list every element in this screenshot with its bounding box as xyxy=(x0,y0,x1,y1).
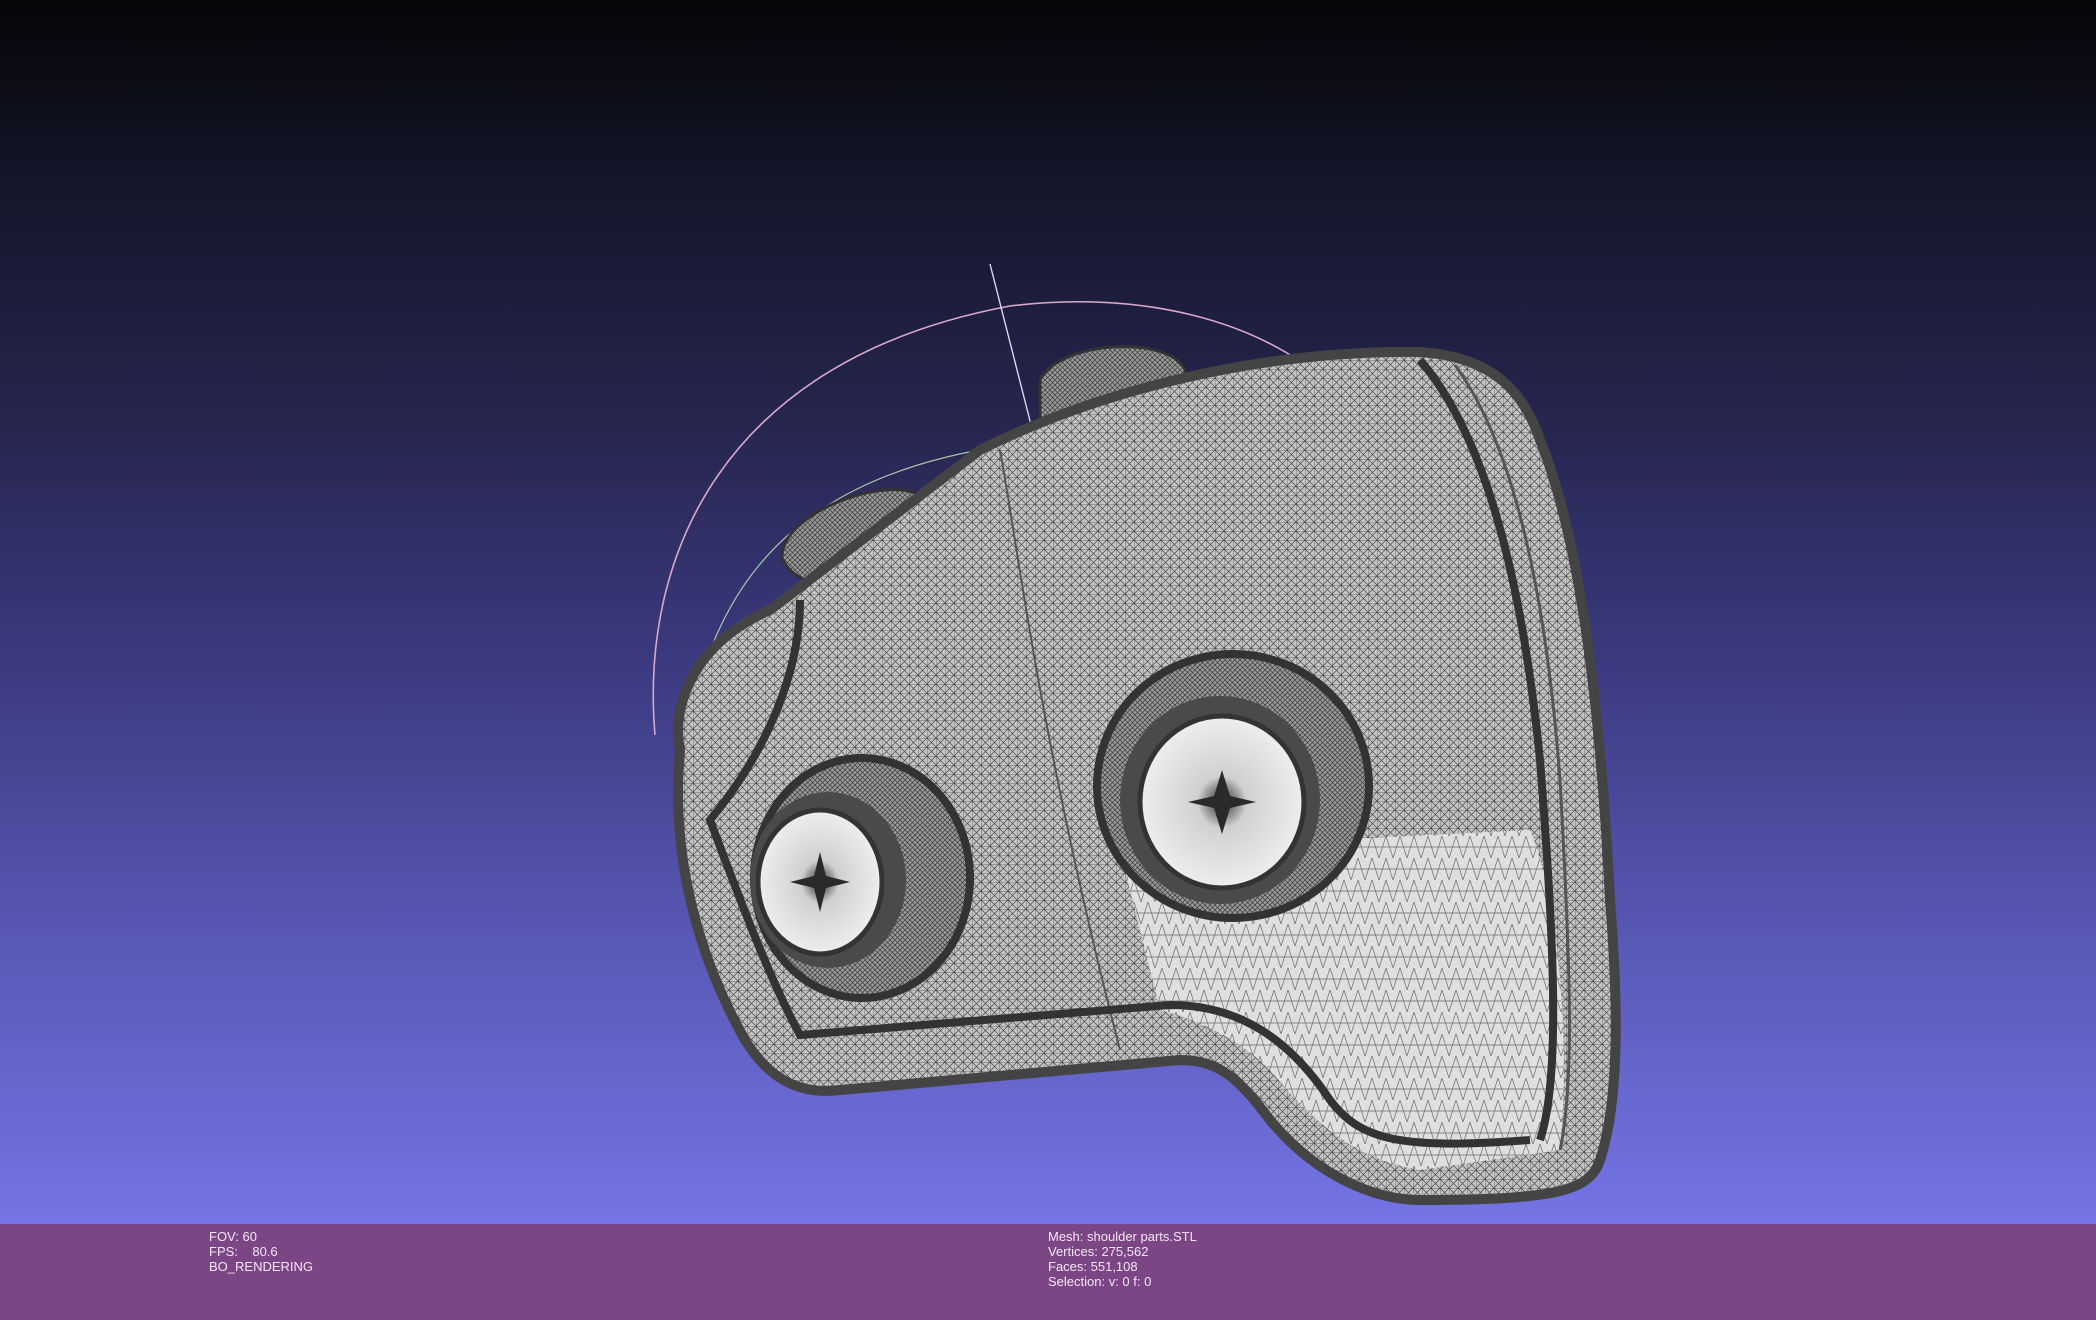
render-mode-label: BO_RENDERING xyxy=(209,1259,314,1274)
faces-label: Faces: 551,108 xyxy=(1048,1259,1138,1274)
3d-viewport[interactable] xyxy=(0,0,2096,1224)
vertices-label: Vertices: 275,562 xyxy=(1048,1244,1149,1259)
mesh-hole-left xyxy=(750,754,974,1002)
mesh-model[interactable] xyxy=(673,345,1621,1205)
mesh-name-label: Mesh: shoulder parts.STL xyxy=(1048,1229,1197,1244)
info-bar: FOV: 60 FPS: 80.6 BO_RENDERING Mesh: sho… xyxy=(0,1224,2096,1320)
mesh-scene[interactable] xyxy=(0,0,2096,1224)
fps-label: FPS: 80.6 xyxy=(209,1244,278,1259)
fov-label: FOV: 60 xyxy=(209,1229,257,1244)
mesh-hole-right xyxy=(1093,650,1373,922)
mesh-stats: Mesh: shoulder parts.STL Vertices: 275,5… xyxy=(1048,1229,1197,1289)
render-stats: FOV: 60 FPS: 80.6 BO_RENDERING xyxy=(209,1229,313,1274)
selection-label: Selection: v: 0 f: 0 xyxy=(1048,1274,1152,1289)
